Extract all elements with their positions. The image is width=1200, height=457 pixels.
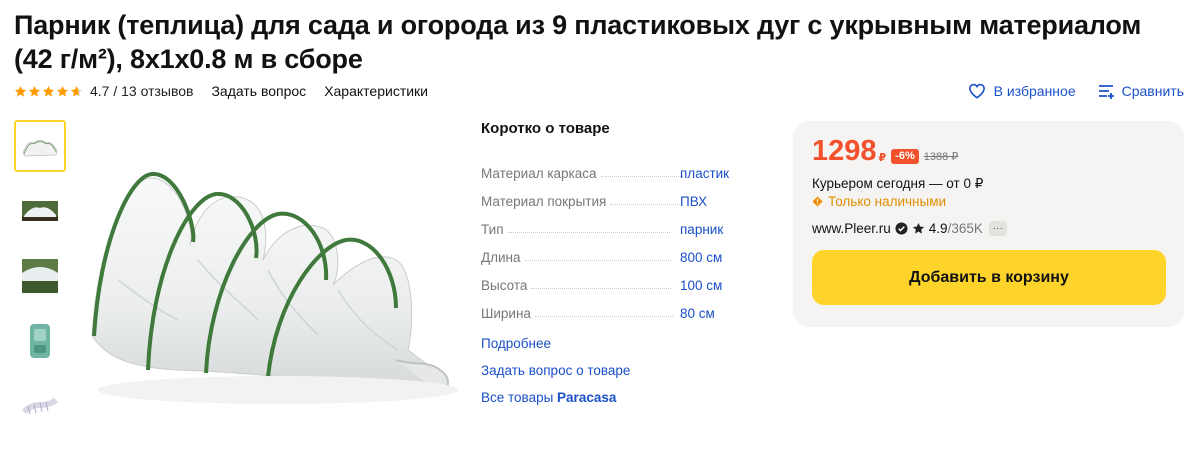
summary-title: Коротко о товаре (481, 120, 610, 137)
heart-icon (968, 83, 985, 99)
delivery-info: Курьером сегодня — от 0 ₽ (812, 176, 984, 191)
spec-value[interactable]: ПВХ (680, 194, 707, 209)
spec-row: Материал покрытия ПВХ (481, 181, 781, 209)
discount-badge: -6% (891, 149, 919, 164)
payment-note: Только наличными (812, 194, 946, 209)
shop-name[interactable]: www.Pleer.ru (812, 221, 891, 236)
thumbnail-1[interactable] (14, 120, 66, 172)
spec-value[interactable]: пластик (680, 166, 729, 181)
spec-dots (531, 288, 672, 289)
thumbnail-5[interactable] (14, 380, 66, 432)
spec-dots (507, 232, 670, 233)
spec-name: Ширина (481, 306, 531, 321)
ask-question-link[interactable]: Задать вопрос (211, 83, 306, 99)
spec-row: Материал каркаса пластик (481, 153, 781, 181)
product-actions: В избранное Сравнить (968, 80, 1184, 102)
star-icon (28, 85, 41, 97)
brand-name: Paracasa (557, 390, 617, 405)
more-details-link[interactable]: Подробнее (481, 334, 781, 361)
star-half-icon (70, 85, 83, 97)
spec-value[interactable]: 80 см (680, 306, 715, 321)
price-row: 1298 ₽ -6% 1388 ₽ (812, 135, 958, 167)
ask-about-product-link[interactable]: Задать вопрос о товаре (481, 361, 781, 388)
compare-button[interactable]: Сравнить (1098, 83, 1184, 99)
spec-name: Материал каркаса (481, 166, 597, 181)
payment-note-text: Только наличными (828, 194, 947, 209)
compare-icon (1098, 85, 1114, 99)
spec-name: Материал покрытия (481, 194, 607, 209)
characteristics-link[interactable]: Характеристики (324, 83, 428, 99)
spec-name: Тип (481, 222, 504, 237)
product-title: Парник (теплица) для сада и огорода из 9… (14, 10, 1142, 74)
shop-row: www.Pleer.ru 4.9/365K ··· (812, 221, 1007, 236)
summary-links: Подробнее Задать вопрос о товаре Все тов… (481, 334, 781, 415)
star-icon (56, 85, 69, 97)
greenhouse-thumbnail-image (22, 139, 58, 157)
spec-row: Тип парник (481, 209, 781, 237)
add-to-cart-button[interactable]: Добавить в корзину (812, 250, 1166, 305)
spec-row: Высота 100 см (481, 265, 781, 293)
spec-name: Длина (481, 250, 521, 265)
all-goods-prefix: Все товары (481, 390, 558, 405)
compare-label: Сравнить (1121, 83, 1184, 99)
spec-dots (524, 260, 671, 261)
spec-value[interactable]: 100 см (680, 278, 722, 293)
favorite-button[interactable]: В избранное (968, 83, 1076, 99)
star-icon (14, 85, 27, 97)
price: 1298 (812, 135, 877, 167)
all-brand-goods-link[interactable]: Все товары Paracasa (481, 388, 781, 415)
spec-dots (534, 316, 673, 317)
greenhouse-field-thumbnail-image (22, 259, 58, 293)
spec-name: Высота (481, 278, 528, 293)
specs-list: Материал каркаса пластик Материал покрыт… (481, 153, 781, 321)
spec-dots (610, 204, 681, 205)
thumbnail-4[interactable] (14, 315, 66, 367)
product-summary: Коротко о товаре Материал каркаса пласти… (481, 120, 781, 415)
star-icon (42, 85, 55, 97)
greenhouse-package-thumbnail-image (30, 324, 50, 358)
spec-value[interactable]: парник (680, 222, 723, 237)
greenhouse-end-thumbnail-image (22, 397, 58, 415)
rating-reviews-link[interactable]: 4.7 / 13 отзывов (90, 83, 193, 99)
thumbnail-3[interactable] (14, 250, 66, 302)
shop-rating: 4.9 (928, 221, 948, 236)
verified-check-icon (895, 222, 908, 235)
more-options-button[interactable]: ··· (988, 221, 1007, 236)
spec-row: Длина 800 см (481, 237, 781, 265)
greenhouse-tunnel-image (91, 171, 458, 404)
gallery-thumbnails (14, 120, 66, 445)
product-main-image[interactable] (78, 120, 468, 430)
warning-diamond-icon (812, 196, 823, 207)
rating-stars[interactable] (14, 85, 83, 98)
greenhouse-garden-thumbnail-image (22, 201, 58, 221)
thumbnail-2[interactable] (14, 185, 66, 237)
spec-value[interactable]: 800 см (680, 250, 722, 265)
shop-reviews: /365K (947, 221, 983, 236)
product-meta-row: 4.7 / 13 отзывов Задать вопрос Характери… (14, 80, 428, 102)
spec-dots (600, 176, 683, 177)
offer-card: 1298 ₽ -6% 1388 ₽ Курьером сегодня — от … (793, 121, 1184, 327)
favorite-label: В избранное (993, 83, 1076, 99)
currency: ₽ (878, 152, 887, 164)
star-icon (912, 222, 924, 234)
old-price: 1388 ₽ (923, 151, 959, 163)
spec-row: Ширина 80 см (481, 293, 781, 321)
